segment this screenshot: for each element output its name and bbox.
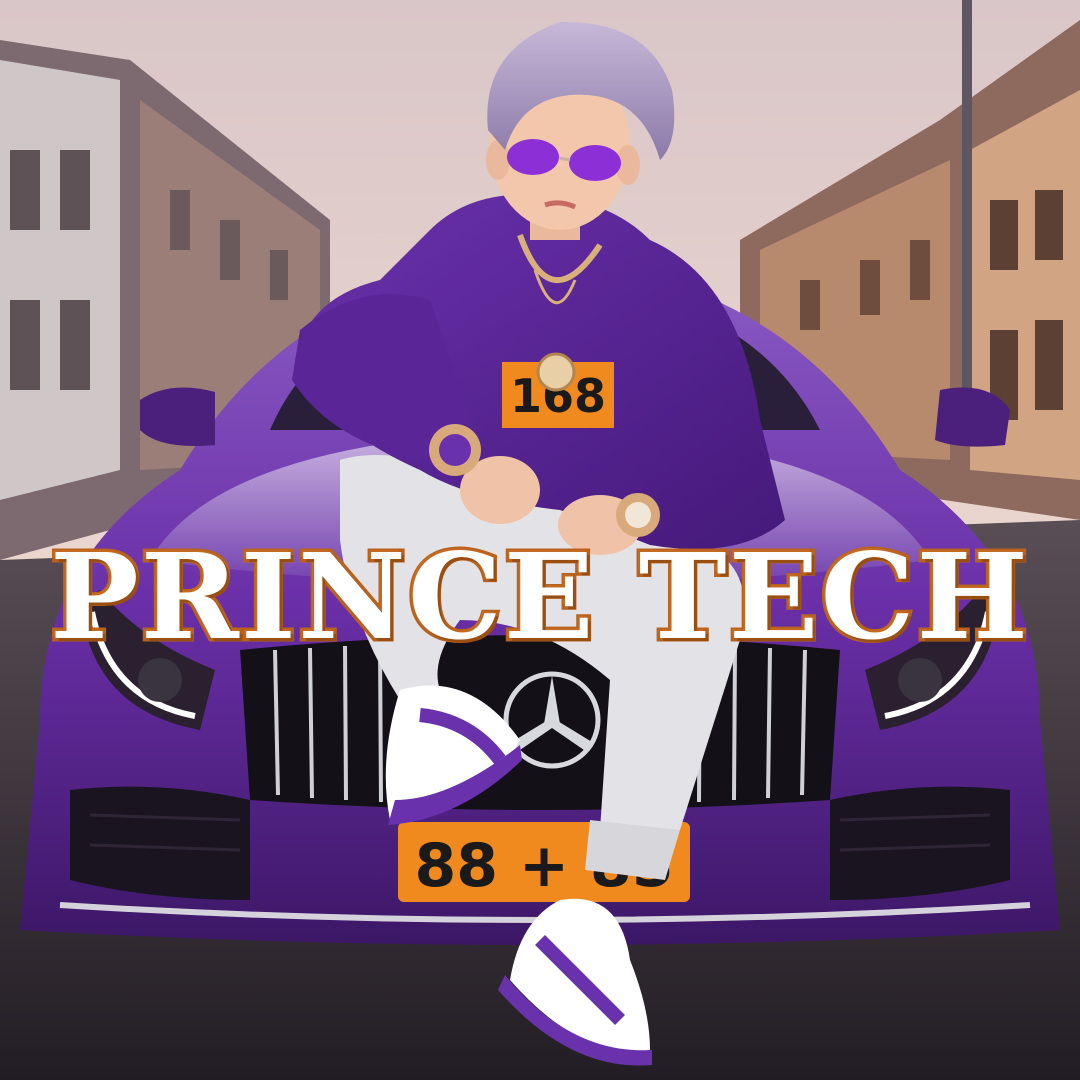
title-text: PRINCE TECH [47,527,1032,666]
artwork: 88 + 85 168 PRINCE TECH [0,0,1080,1080]
